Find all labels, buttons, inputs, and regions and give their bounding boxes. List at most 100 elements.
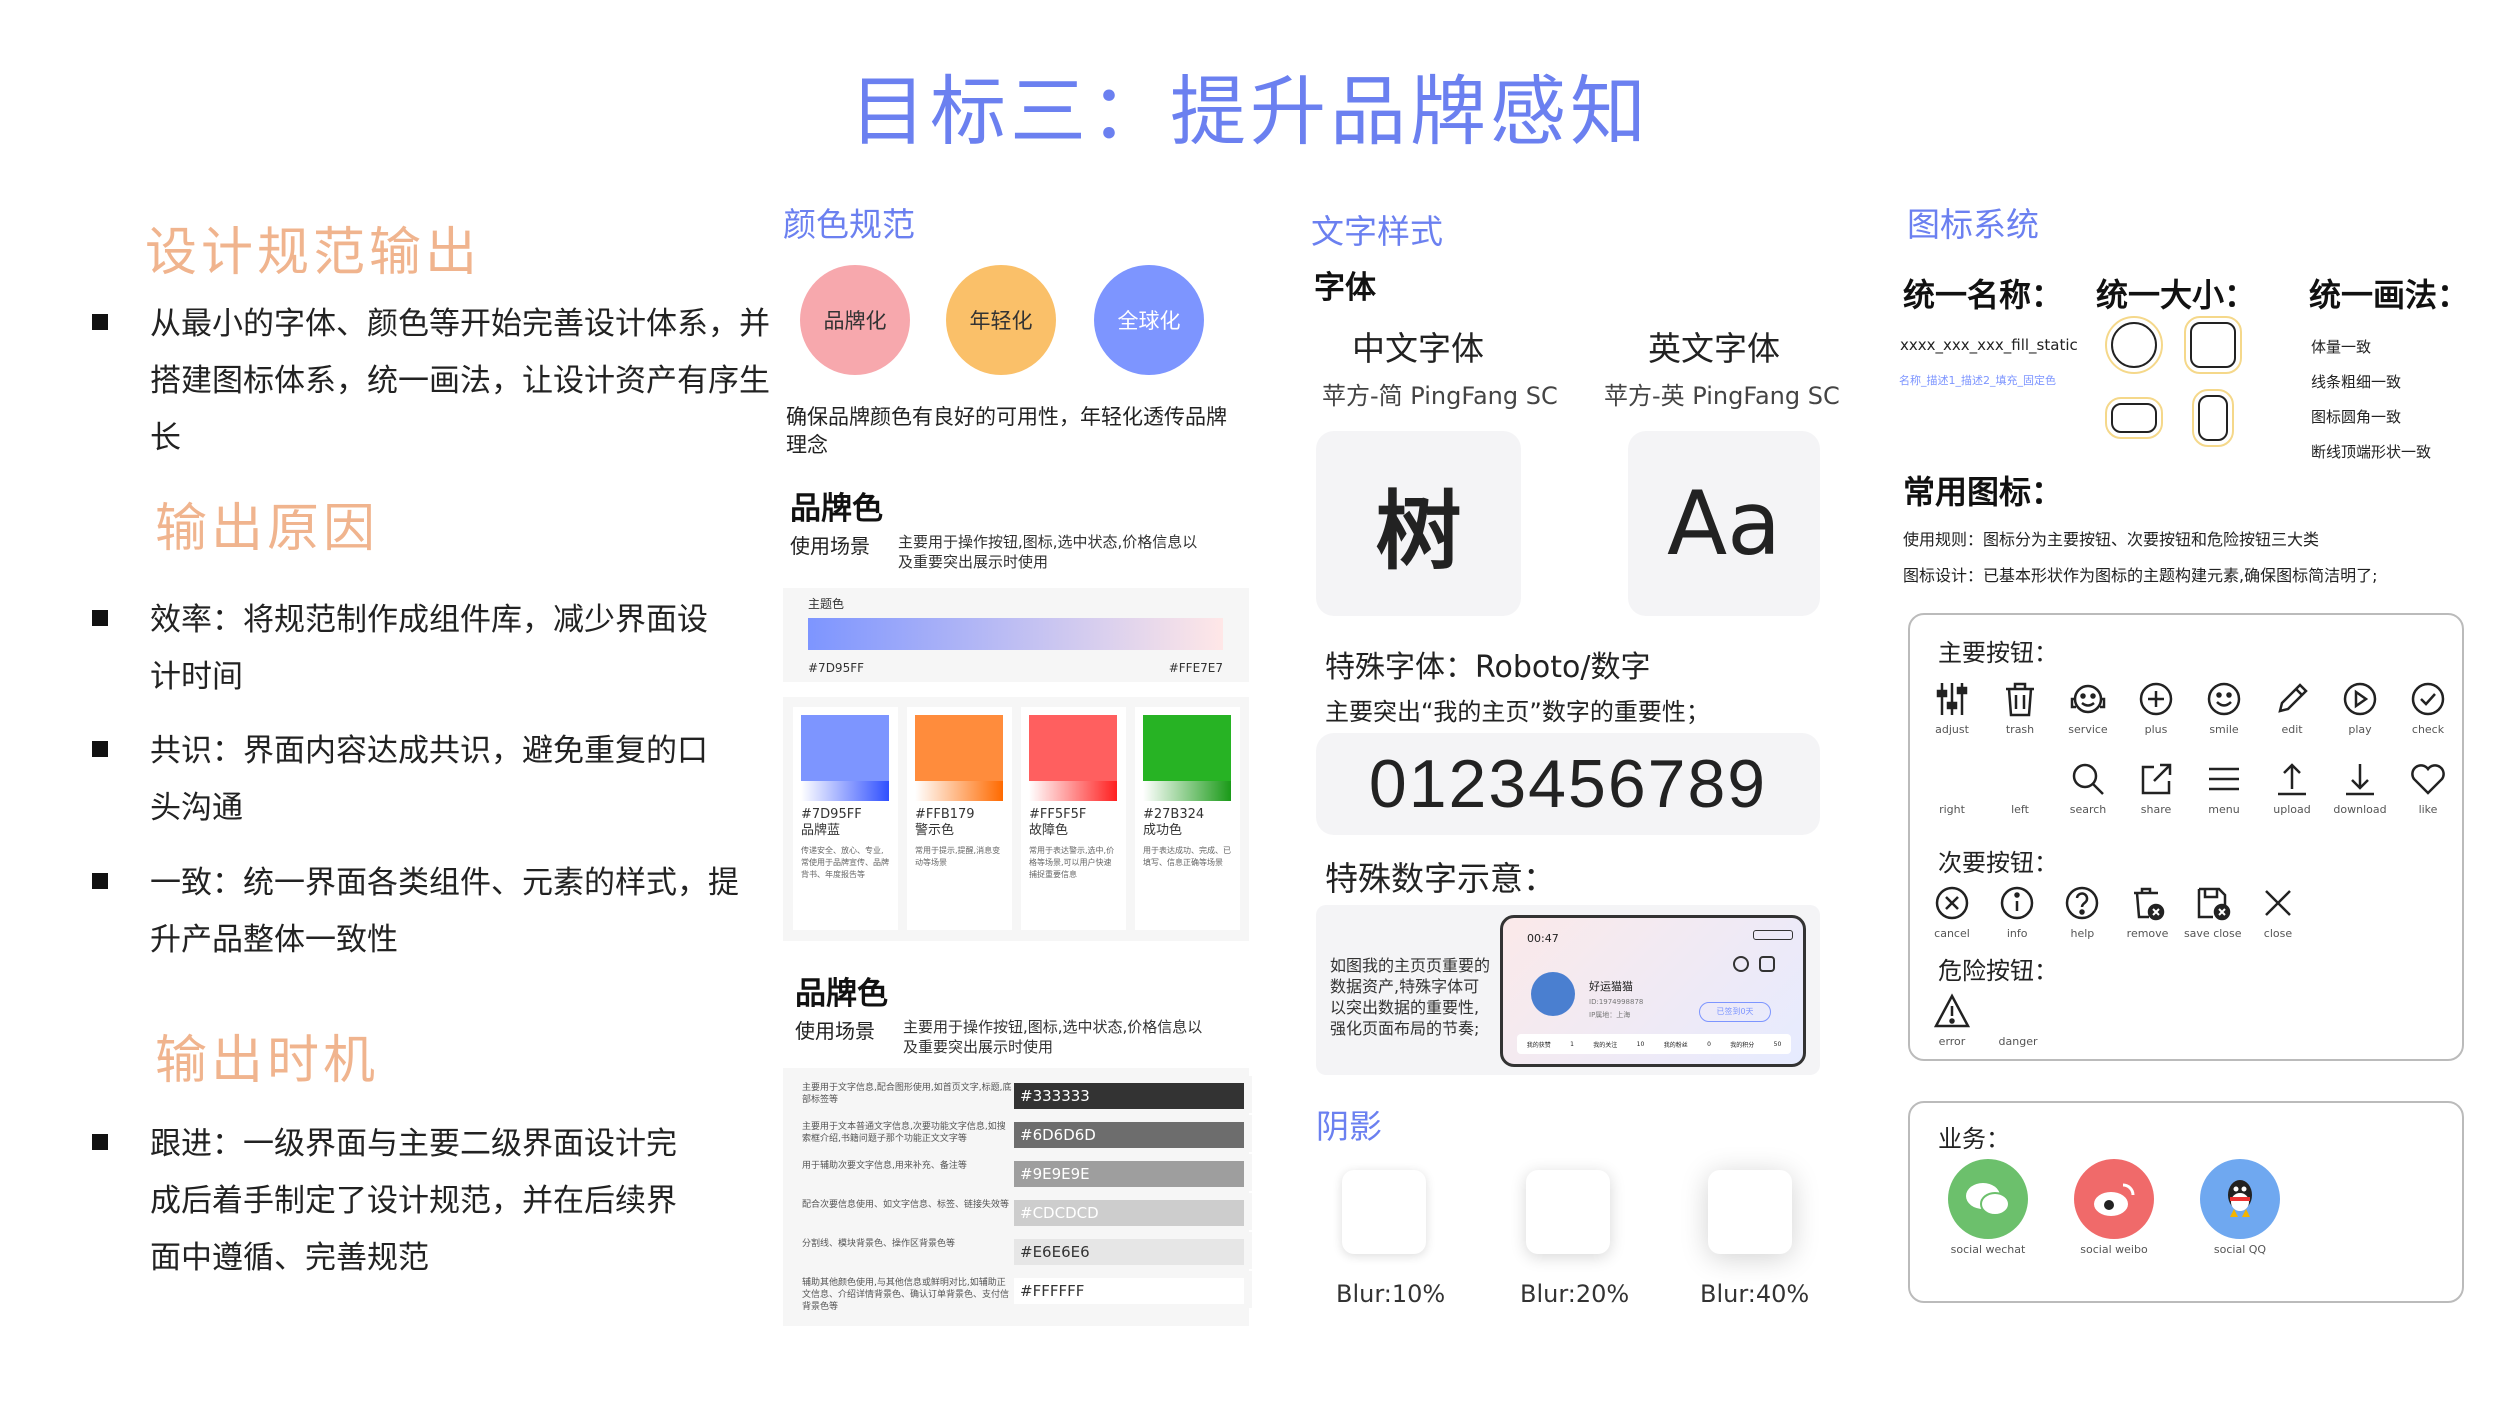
icon-label: social QQ	[2213, 1243, 2267, 1256]
reason-item: 效率：将规范制作成组件库，减少界面设计时间	[150, 602, 708, 695]
phone-stats: 我的获赞 1 我的关注 10 我的粉丝 0 我的积分 50	[1517, 1034, 1791, 1054]
primary-row-2: right left search share menu upload down…	[1920, 759, 2460, 816]
error-icon[interactable]: error	[1920, 991, 1984, 1048]
swatch-name: 警示色	[915, 823, 955, 838]
business-title: 业务：	[1938, 1125, 2010, 1153]
scene-label: 使用场景	[795, 1019, 875, 1043]
icon-label: left	[2011, 803, 2029, 816]
danger-row: error danger	[1920, 991, 2050, 1048]
menu-icon[interactable]: menu	[2192, 759, 2256, 816]
circle-size-icon	[2105, 316, 2163, 374]
phone-location: IP属地：上海	[1589, 1011, 1631, 1019]
social-wechat[interactable]: social wechat	[1928, 1159, 2048, 1256]
icon-label: trash	[2005, 723, 2035, 736]
swatch-shades	[1143, 781, 1231, 801]
icon-label: danger	[1998, 1035, 2038, 1048]
play-icon[interactable]: play	[2328, 679, 2392, 736]
digits-heading: 特殊数字示意：	[1325, 859, 1556, 898]
shadow-sample-10	[1342, 1170, 1426, 1254]
phone-user-id: ID:1974998878	[1589, 998, 1644, 1006]
plus-icon[interactable]: plus	[2124, 679, 2188, 736]
avatar	[1531, 972, 1575, 1016]
icon-label: social wechat	[1950, 1243, 2026, 1256]
blur-label: Blur:10%	[1336, 1280, 1446, 1308]
adjust-icon[interactable]: adjust	[1920, 679, 1984, 736]
social-weibo[interactable]: social weibo	[2054, 1159, 2174, 1256]
stat-label: 我的积分	[1730, 1041, 1755, 1049]
icon-rule: 图标设计：已基本形状作为图标的主题构建元素,确保图标简洁明了;	[1903, 566, 2378, 585]
remove-icon[interactable]: remove	[2116, 883, 2180, 940]
download-icon[interactable]: download	[2328, 759, 2392, 816]
sign-in-tag[interactable]: 已签到0天	[1699, 1002, 1771, 1022]
trash-icon[interactable]: trash	[1988, 679, 2052, 736]
gradient-bar	[808, 618, 1223, 650]
gray-row-swatch: #CDCDCD	[1014, 1200, 1244, 1226]
icon-label: share	[2140, 803, 2172, 816]
like-icon[interactable]: like	[2396, 759, 2460, 816]
icon-label: play	[2348, 723, 2372, 736]
icon-label: download	[2333, 803, 2387, 816]
reason-item: 共识：界面内容达成共识，避免重复的口头沟通	[150, 733, 708, 826]
color-desc: 确保品牌颜色有良好的可用性，年轻化透传品牌理念	[786, 405, 1227, 457]
design-spec-text: 从最小的字体、颜色等开始完善设计体系，并搭建图标体系，统一画法，让设计资产有序生…	[150, 306, 770, 456]
wechat-icon	[1948, 1159, 2028, 1239]
gradient-start: #7D95FF	[808, 661, 865, 675]
icon-label: save close	[2183, 927, 2242, 940]
gray-row: 配合次要信息使用、如文字信息、标签、链接失效等 #CDCDCD	[790, 1193, 1252, 1230]
gray-row: 辅助其他颜色使用,与其他信息或鲜明对比,如辅助正文信息、介绍详情背景色、确认订单…	[790, 1271, 1252, 1312]
primary-row-1: adjust trash service plus smile edit pla…	[1920, 679, 2460, 736]
swatch-hex: #FF5F5F	[1029, 807, 1087, 822]
en-font-name: 苹方-英 PingFang SC	[1604, 382, 1840, 410]
bullet-icon	[92, 741, 108, 757]
icon-label: like	[2418, 803, 2438, 816]
social-qq[interactable]: social QQ	[2180, 1159, 2300, 1256]
share-icon[interactable]: share	[2124, 759, 2188, 816]
circle-young: 年轻化	[946, 265, 1056, 375]
service-icon[interactable]: service	[2056, 679, 2120, 736]
right-icon[interactable]: right	[1920, 759, 1984, 816]
gradient-end: #FFE7E7	[1168, 661, 1223, 675]
left-icon[interactable]: left	[1988, 759, 2052, 816]
bullet-icon	[92, 610, 108, 626]
gray-row-desc: 辅助其他颜色使用,与其他信息或鲜明对比,如辅助正文信息、介绍详情背景色、确认订单…	[802, 1278, 1010, 1312]
style-rule: 体量一致	[2311, 338, 2372, 356]
scene-desc: 主要用于操作按钮,图标,选中状态,价格信息以及重要突出展示时使用	[898, 533, 1198, 571]
swatch-desc: 用于表达成功、完成、已填写、信息正确等场景	[1143, 846, 1231, 867]
swatch-shades	[801, 781, 889, 801]
cancel-icon[interactable]: cancel	[1920, 883, 1984, 940]
en-font-label: 英文字体	[1648, 329, 1780, 368]
edit-icon[interactable]: edit	[2260, 679, 2324, 736]
gray-row-swatch: #9E9E9E	[1014, 1161, 1244, 1187]
icon-label: adjust	[1935, 723, 1969, 736]
icon-label: edit	[2281, 723, 2303, 736]
swatch-card: #7D95FF 品牌蓝 传递安全、放心、专业,常使用于品牌宣传、品牌背书、年度报…	[783, 697, 1249, 941]
secondary-row: cancel info help remove save close close	[1920, 883, 2310, 940]
gray-row-desc: 主要用于文字信息,配合图形使用,如首页文字,标题,底部标签等	[802, 1083, 1012, 1105]
circle-global: 全球化	[1094, 265, 1204, 375]
info-icon[interactable]: info	[1985, 883, 2049, 940]
check-icon[interactable]: check	[2396, 679, 2460, 736]
help-icon[interactable]: help	[2050, 883, 2114, 940]
color-spec-title: 颜色规范	[783, 205, 915, 244]
save-close-icon[interactable]: save close	[2181, 883, 2245, 940]
digits-sample: 0123456789	[1316, 733, 1820, 835]
search-icon[interactable]: search	[2056, 759, 2120, 816]
smile-icon[interactable]: smile	[2192, 679, 2256, 736]
upload-icon[interactable]: upload	[2260, 759, 2324, 816]
naming-value: xxxx_xxx_xxx_fill_static	[1900, 336, 2078, 354]
danger-icon[interactable]: danger	[1986, 991, 2050, 1048]
primary-title: 主要按钮：	[1938, 639, 2058, 667]
swatch-blue: #7D95FF 品牌蓝 传递安全、放心、专业,常使用于品牌宣传、品牌背书、年度报…	[793, 707, 898, 930]
section-title-timing: 输出时机	[155, 1031, 380, 1091]
icon-label: close	[2263, 927, 2293, 940]
section-title-design-spec: 设计规范输出	[145, 223, 482, 283]
icon-label: social weibo	[2080, 1243, 2148, 1256]
qq-icon	[2200, 1159, 2280, 1239]
settings-icon	[1759, 956, 1775, 972]
swatch-name: 品牌蓝	[801, 823, 841, 838]
gray-row: 用于辅助次要文字信息,用来补充、备注等 #9E9E9E	[790, 1154, 1252, 1191]
font-heading: 字体	[1314, 270, 1376, 306]
close-icon[interactable]: close	[2246, 883, 2310, 940]
swatch-name: 成功色	[1143, 823, 1183, 838]
icon-label: help	[2070, 927, 2095, 940]
